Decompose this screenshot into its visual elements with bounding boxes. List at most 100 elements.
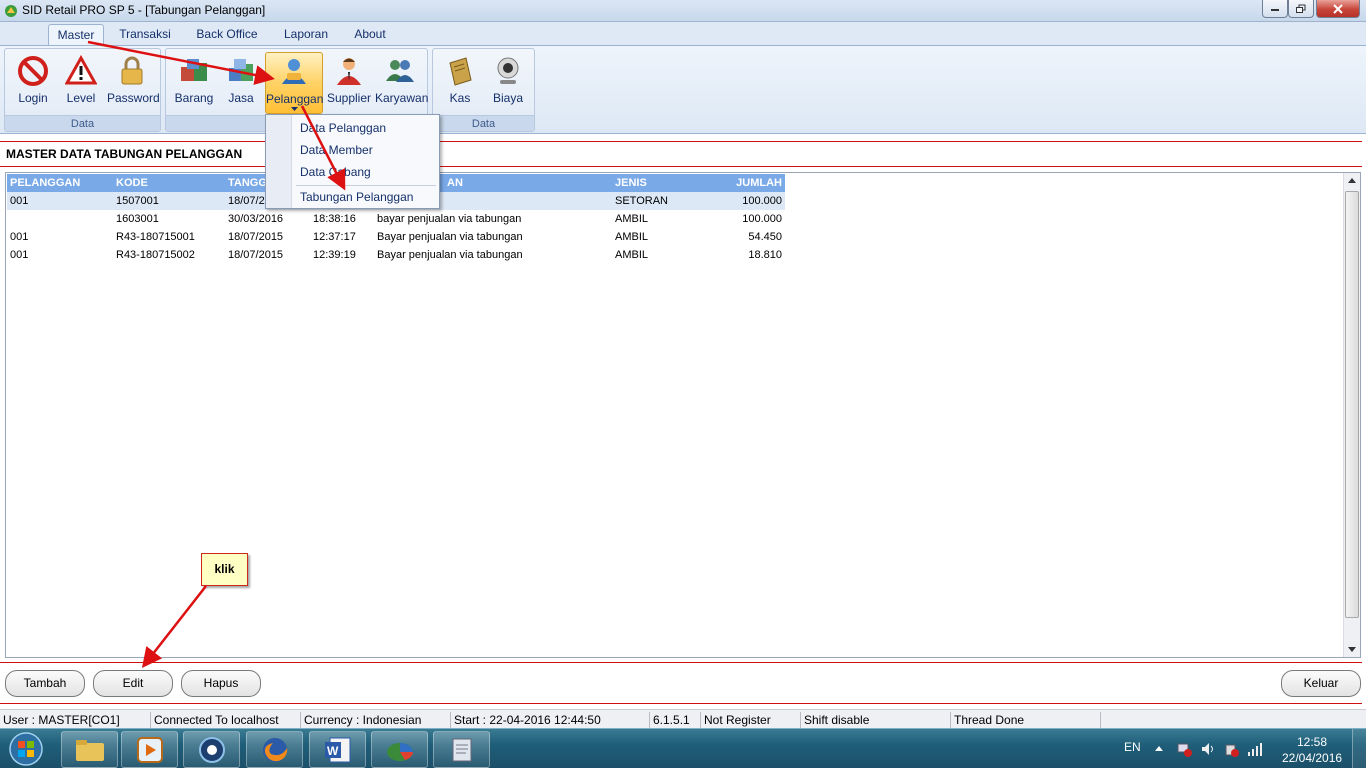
scroll-thumb[interactable] bbox=[1345, 191, 1359, 618]
ribbon-panel: Login Level Password Data Barang Jasa Pe… bbox=[0, 45, 1366, 134]
status-bar: User : MASTER[CO1] Connected To localhos… bbox=[0, 709, 1366, 728]
tab-about[interactable]: About bbox=[348, 24, 392, 46]
menu-item-data-cabang[interactable]: Data Cabang bbox=[300, 165, 371, 179]
cell-jenis: SETORAN bbox=[615, 195, 668, 207]
cell-jumlah: 18.810 bbox=[748, 249, 782, 261]
lock-icon bbox=[121, 56, 143, 85]
tab-back-office[interactable]: Back Office bbox=[192, 24, 262, 46]
ribbon-tab-bar: Master Transaksi Back Office Laporan Abo… bbox=[0, 22, 1366, 46]
cell-pelanggan: 001 bbox=[10, 231, 29, 243]
col-keterangan[interactable]: AN bbox=[447, 177, 463, 189]
taskbar-firefox[interactable] bbox=[246, 731, 303, 768]
divider bbox=[0, 703, 1362, 704]
taskbar: W EN 12:58 22/04/2016 bbox=[0, 728, 1366, 769]
close-icon bbox=[1333, 3, 1343, 14]
menu-item-data-member[interactable]: Data Member bbox=[300, 143, 373, 157]
jasa-button[interactable]: Jasa bbox=[220, 52, 262, 110]
cell-pelanggan: 001 bbox=[10, 249, 29, 261]
webcam-icon bbox=[497, 57, 519, 84]
table-row[interactable]: 1603001 30/03/2016 18:38:16 bayar penjua… bbox=[7, 210, 785, 228]
status-connection: Connected To localhost bbox=[151, 712, 301, 728]
signal-icon[interactable] bbox=[1247, 741, 1263, 757]
pelanggan-dropdown-menu: Data Pelanggan Data Member Data Cabang T… bbox=[265, 114, 440, 209]
col-pelanggan[interactable]: PELANGGAN bbox=[10, 177, 80, 189]
col-kode[interactable]: KODE bbox=[116, 177, 148, 189]
taskbar-media-center[interactable] bbox=[183, 731, 240, 768]
tab-transaksi[interactable]: Transaksi bbox=[114, 24, 176, 46]
taskbar-chart-app[interactable] bbox=[371, 731, 428, 768]
word-icon: W bbox=[324, 737, 350, 762]
network-error-icon[interactable] bbox=[1176, 741, 1192, 757]
tab-master[interactable]: Master bbox=[48, 24, 104, 46]
firefox-icon bbox=[262, 737, 287, 762]
ribbon-group-data: Login Level Password Data bbox=[4, 48, 161, 132]
taskbar-media-player[interactable] bbox=[121, 731, 178, 768]
cell-pelanggan: 001 bbox=[10, 195, 29, 207]
chevron-down-icon bbox=[291, 107, 298, 111]
app-icon bbox=[5, 5, 17, 17]
scroll-down-icon[interactable] bbox=[1348, 647, 1356, 652]
language-indicator[interactable]: EN bbox=[1124, 740, 1141, 754]
cell-jenis: AMBIL bbox=[615, 213, 649, 225]
status-version: 6.1.5.1 bbox=[650, 712, 701, 728]
start-button[interactable] bbox=[6, 731, 46, 768]
edit-button[interactable]: Edit bbox=[93, 670, 173, 697]
menu-item-data-pelanggan[interactable]: Data Pelanggan bbox=[300, 121, 386, 135]
password-button[interactable]: Password bbox=[107, 52, 160, 110]
clock-date[interactable]: 22/04/2016 bbox=[1282, 751, 1342, 765]
cell-jam: 18:38:16 bbox=[313, 213, 356, 225]
cell-tanggal: 18/07/2015 bbox=[228, 231, 284, 243]
keluar-button[interactable]: Keluar bbox=[1281, 670, 1361, 697]
close-button[interactable] bbox=[1316, 0, 1360, 18]
login-button[interactable]: Login bbox=[11, 52, 55, 110]
pelanggan-button[interactable]: Pelanggan bbox=[265, 52, 323, 114]
play-icon bbox=[136, 736, 163, 763]
col-tanggal[interactable]: TANGG bbox=[228, 177, 267, 189]
tambah-button[interactable]: Tambah bbox=[5, 670, 85, 697]
person-icon bbox=[337, 58, 361, 85]
karyawan-button[interactable]: Karyawan bbox=[375, 52, 429, 110]
scroll-up-icon[interactable] bbox=[1348, 178, 1356, 183]
show-desktop-button[interactable] bbox=[1352, 729, 1366, 769]
supplier-button[interactable]: Supplier bbox=[325, 52, 373, 110]
folder-icon bbox=[75, 739, 104, 761]
karyawan-label: Karyawan bbox=[375, 91, 429, 105]
volume-icon[interactable] bbox=[1200, 741, 1216, 757]
level-button[interactable]: Level bbox=[59, 52, 103, 110]
hapus-button[interactable]: Hapus bbox=[181, 670, 261, 697]
status-register: Not Register bbox=[701, 712, 801, 728]
barang-button[interactable]: Barang bbox=[170, 52, 218, 110]
tray-expand-icon[interactable] bbox=[1155, 746, 1163, 751]
col-jumlah[interactable]: JUMLAH bbox=[683, 177, 782, 189]
minimize-button[interactable] bbox=[1262, 0, 1288, 18]
taskbar-notepad-app[interactable] bbox=[433, 731, 490, 768]
table-row[interactable]: 001 R43-180715002 18/07/2015 12:39:19 Ba… bbox=[7, 246, 785, 264]
login-label: Login bbox=[18, 91, 48, 105]
taskbar-word[interactable]: W bbox=[309, 731, 366, 768]
users-icon bbox=[386, 60, 414, 82]
tab-laporan[interactable]: Laporan bbox=[278, 24, 334, 46]
biaya-button[interactable]: Biaya bbox=[487, 52, 529, 110]
cell-jam: 12:39:19 bbox=[313, 249, 356, 261]
kas-button[interactable]: Kas bbox=[439, 52, 481, 110]
supplier-label: Supplier bbox=[326, 91, 372, 105]
divider bbox=[0, 141, 1362, 142]
restore-button[interactable] bbox=[1288, 0, 1314, 18]
customer-icon bbox=[282, 59, 306, 84]
menu-item-tabungan-pelanggan[interactable]: Tabungan Pelanggan bbox=[300, 190, 413, 204]
biaya-label: Biaya bbox=[492, 91, 524, 105]
pie-chart-icon bbox=[386, 742, 413, 761]
cell-tanggal: 18/07/2015 bbox=[228, 249, 284, 261]
cell-keterangan: bayar penjualan via tabungan bbox=[377, 213, 522, 225]
boxes-icon bbox=[229, 59, 253, 81]
clock-time[interactable]: 12:58 bbox=[1297, 735, 1327, 749]
pelanggan-label: Pelanggan bbox=[266, 92, 324, 106]
taskbar-explorer[interactable] bbox=[61, 731, 118, 768]
window-title: SID Retail PRO SP 5 - [Tabungan Pelangga… bbox=[22, 3, 266, 17]
instruction-callout: klik bbox=[201, 553, 248, 586]
power-icon[interactable] bbox=[1223, 741, 1239, 757]
svg-text:W: W bbox=[327, 744, 339, 758]
col-jenis[interactable]: JENIS bbox=[615, 177, 647, 189]
table-row[interactable]: 001 R43-180715001 18/07/2015 12:37:17 Ba… bbox=[7, 228, 785, 246]
vertical-scrollbar[interactable] bbox=[1343, 173, 1360, 657]
